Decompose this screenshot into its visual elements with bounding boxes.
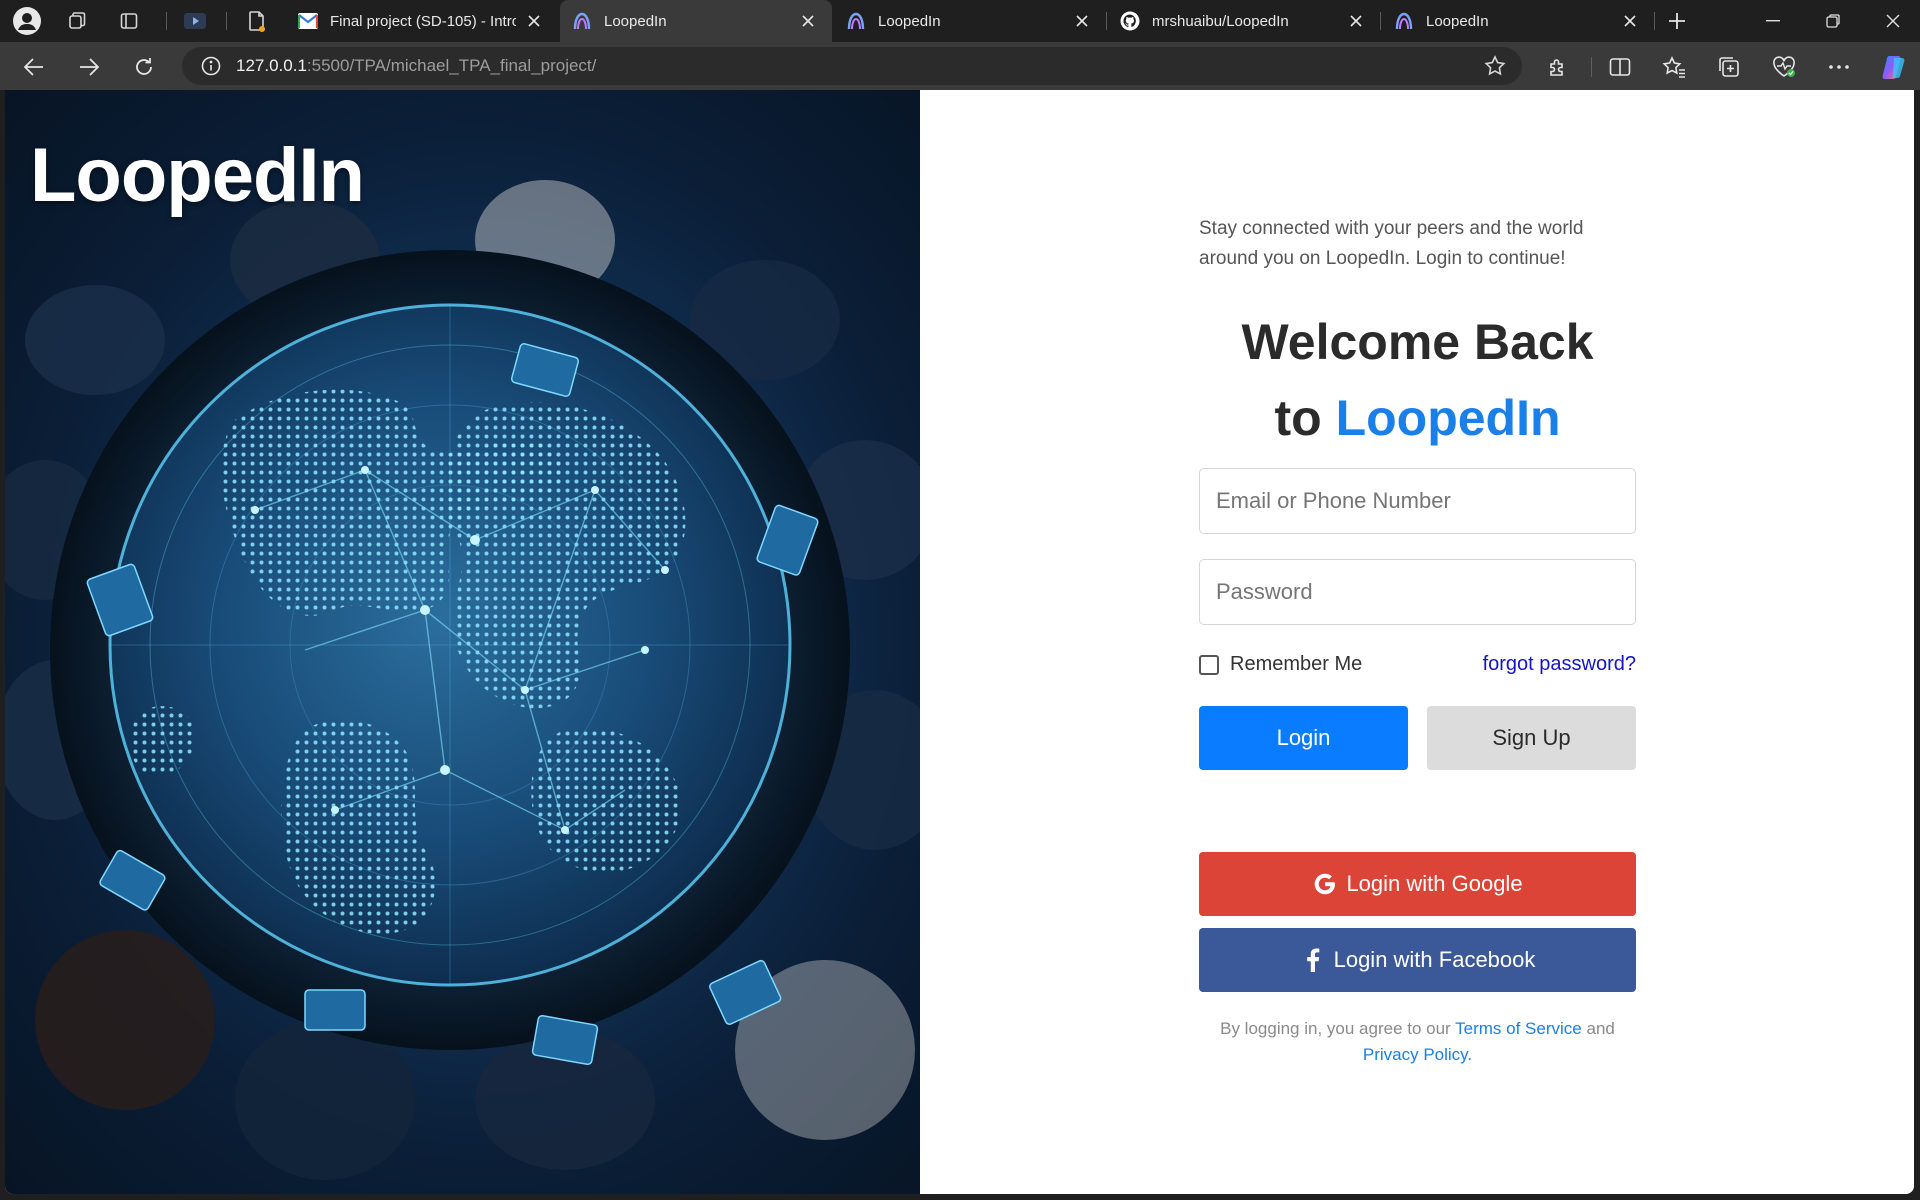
hero-brand-title: LoopedIn	[30, 133, 365, 218]
welcome-heading-to: to	[1274, 390, 1322, 446]
welcome-heading-brand: LoopedIn	[1335, 390, 1561, 446]
loopedin-favicon	[1394, 11, 1414, 31]
forward-arrow-icon[interactable]	[71, 49, 107, 85]
github-icon	[1120, 11, 1140, 31]
browser-tab[interactable]: LoopedIn	[834, 0, 1106, 42]
password-input[interactable]	[1199, 559, 1636, 625]
extensions-icon[interactable]	[1540, 49, 1576, 85]
legal-notice: By logging in, you agree to our Terms of…	[1199, 1016, 1636, 1068]
address-bar[interactable]: 127.0.0.1:5500/TPA/michael_TPA_final_pro…	[182, 47, 1522, 85]
tab-title: LoopedIn	[878, 12, 941, 30]
legal-prefix: By logging in, you agree to our	[1220, 1019, 1451, 1038]
browser-tab-strip: Final project (SD-105) - Introd LoopedIn…	[0, 0, 1920, 42]
split-screen-icon[interactable]	[1602, 49, 1638, 85]
close-tab-icon[interactable]	[524, 11, 544, 31]
more-options-icon[interactable]	[1821, 49, 1857, 85]
site-info-icon[interactable]	[200, 55, 222, 77]
window-bottom-edge	[0, 1194, 1920, 1200]
back-arrow-icon[interactable]	[16, 49, 52, 85]
checkbox-icon[interactable]	[1199, 654, 1219, 675]
welcome-heading-line1: Welcome Back	[1241, 314, 1594, 370]
privacy-policy-link[interactable]: Privacy Policy	[1363, 1045, 1468, 1064]
url-path: :5500/TPA/michael_TPA_final_project/	[306, 56, 597, 75]
profile-avatar-icon[interactable]	[10, 4, 44, 38]
login-button-label: Login	[1276, 725, 1331, 750]
loopedin-favicon	[572, 11, 592, 31]
close-tab-icon[interactable]	[1346, 11, 1366, 31]
close-window-icon[interactable]	[1866, 0, 1920, 42]
new-tab-icon[interactable]	[1660, 4, 1694, 38]
loopedin-favicon	[846, 11, 866, 31]
webpage: LoopedIn Stay connected with your peers …	[5, 90, 1914, 1194]
terms-of-service-link[interactable]: Terms of Service	[1455, 1019, 1582, 1038]
login-facebook-button[interactable]: Login with Facebook	[1199, 928, 1636, 992]
favorite-star-icon[interactable]	[1484, 55, 1506, 77]
browser-tab[interactable]: mrshuaibu/LoopedIn	[1108, 0, 1380, 42]
email-phone-input[interactable]	[1199, 468, 1636, 534]
browser-essentials-icon[interactable]	[1766, 49, 1802, 85]
login-button[interactable]: Login	[1199, 706, 1408, 770]
close-tab-icon[interactable]	[1620, 11, 1640, 31]
collections-icon[interactable]	[1711, 49, 1747, 85]
tab-title: Final project (SD-105) - Introd	[330, 12, 516, 30]
restore-icon[interactable]	[1806, 0, 1860, 42]
refresh-icon[interactable]	[126, 49, 162, 85]
media-tab-icon[interactable]	[178, 4, 212, 38]
login-google-label: Login with Google	[1346, 871, 1523, 896]
tab-title: LoopedIn	[604, 12, 667, 30]
browser-toolbar: 127.0.0.1:5500/TPA/michael_TPA_final_pro…	[0, 42, 1920, 90]
login-google-button[interactable]: Login with Google	[1199, 852, 1636, 916]
tagline: Stay connected with your peers and the w…	[1199, 218, 1584, 269]
forgot-password-link[interactable]: forgot password?	[1483, 653, 1636, 676]
minimize-icon[interactable]	[1746, 0, 1800, 42]
close-tab-icon[interactable]	[1072, 11, 1092, 31]
gmail-icon	[298, 11, 318, 31]
hero-image: LoopedIn	[5, 90, 920, 1194]
browser-tab[interactable]: Final project (SD-105) - Introd	[286, 0, 558, 42]
welcome-heading: Welcome Back to LoopedIn	[1199, 304, 1636, 456]
legal-and: and	[1586, 1019, 1615, 1038]
close-tab-icon[interactable]	[798, 11, 818, 31]
google-icon	[1312, 871, 1338, 897]
tab-actions-icon[interactable]	[112, 4, 146, 38]
document-tab-icon[interactable]	[240, 4, 274, 38]
remember-me-label: Remember Me	[1230, 653, 1363, 675]
workspaces-icon[interactable]	[60, 4, 94, 38]
browser-tab[interactable]: LoopedIn	[1382, 0, 1654, 42]
tab-title: mrshuaibu/LoopedIn	[1152, 12, 1289, 30]
url-host: 127.0.0.1	[236, 56, 307, 75]
legal-suffix: .	[1467, 1045, 1473, 1064]
facebook-icon	[1300, 947, 1326, 973]
browser-tab-active[interactable]: LoopedIn	[560, 0, 832, 42]
signup-button-label: Sign Up	[1492, 725, 1571, 750]
tab-title: LoopedIn	[1426, 12, 1489, 30]
world-map-meeting-illustration	[5, 180, 920, 1180]
copilot-icon[interactable]	[1876, 49, 1912, 85]
remember-me-checkbox[interactable]: Remember Me	[1199, 653, 1362, 676]
login-facebook-label: Login with Facebook	[1333, 947, 1536, 972]
signup-button[interactable]: Sign Up	[1427, 706, 1636, 770]
favorites-icon[interactable]	[1656, 49, 1692, 85]
url-text: 127.0.0.1:5500/TPA/michael_TPA_final_pro…	[236, 56, 596, 76]
